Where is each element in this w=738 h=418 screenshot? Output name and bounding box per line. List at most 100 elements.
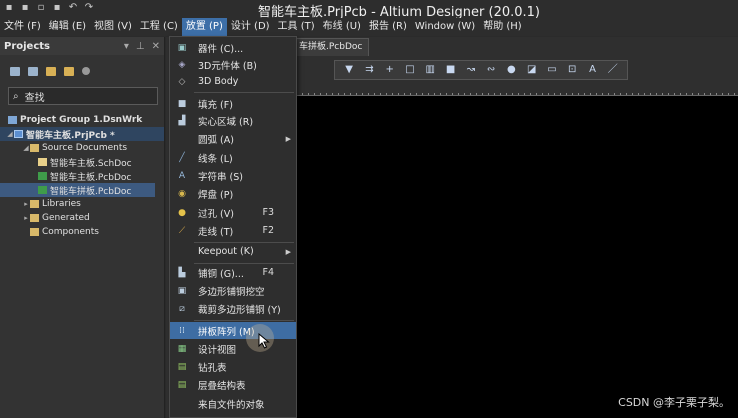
polygon-pour-icon: ▙ bbox=[178, 267, 186, 278]
menu-item-polygon-pour[interactable]: ▙ 铺铜 (G)... F4 bbox=[170, 264, 296, 281]
tree-item-project[interactable]: ◢ 智能车主板.PrjPcb * bbox=[0, 127, 164, 141]
menu-item-keepout[interactable]: Keepout (K) ▶ bbox=[170, 243, 296, 260]
menu-item-arc[interactable]: 圆弧 (A) ▶ bbox=[170, 130, 296, 147]
align-icon[interactable]: ▥ bbox=[424, 64, 437, 76]
menu-place[interactable]: 放置 (P) bbox=[181, 18, 227, 36]
menu-tools[interactable]: 工具 (T) bbox=[274, 18, 319, 36]
embedded-board-array-icon: ⁞⁞ bbox=[179, 325, 185, 336]
fill-icon: ■ bbox=[177, 98, 187, 109]
polygon-cutout-icon: ▣ bbox=[177, 285, 187, 296]
tree-item-libraries[interactable]: ▸ Libraries bbox=[0, 197, 164, 211]
menu-design[interactable]: 设计 (D) bbox=[227, 18, 274, 36]
3d-body-icon: ◈ bbox=[178, 59, 186, 70]
menu-item-component[interactable]: ▣ 器件 (C)... bbox=[170, 39, 296, 56]
menu-help[interactable]: 帮助 (H) bbox=[479, 18, 526, 36]
projects-panel-header: Projects ▾ ⊥ ✕ bbox=[0, 37, 164, 55]
menu-item-string[interactable]: A 字符串 (S) bbox=[170, 167, 296, 184]
select-icon[interactable]: + bbox=[383, 64, 396, 76]
menu-item-3d-body[interactable]: ◈ 3D元件体 (B) bbox=[170, 56, 296, 73]
drill-table-icon: ▤ bbox=[177, 361, 187, 372]
close-icon[interactable]: ✕ bbox=[152, 41, 160, 52]
expand-arrow-icon[interactable]: ▸ bbox=[22, 200, 30, 208]
save-icon[interactable] bbox=[10, 66, 20, 76]
panel-menu-icon[interactable]: ▾ bbox=[124, 41, 129, 52]
expand-arrow-icon[interactable]: ▸ bbox=[22, 214, 30, 222]
tree-item-schdoc[interactable]: 智能车主板.SchDoc bbox=[0, 155, 164, 169]
menu-file[interactable]: 文件 (F) bbox=[0, 18, 45, 36]
folder-icon bbox=[30, 200, 39, 208]
document-tab[interactable]: 车拼板.PcbDoc bbox=[292, 38, 370, 56]
line-icon[interactable]: ／ bbox=[606, 64, 619, 76]
keepout-icon[interactable]: ▭ bbox=[545, 64, 558, 76]
compile-icon[interactable] bbox=[28, 66, 38, 76]
tree-item-pcbdoc-panel[interactable]: 智能车拼板.PcbDoc bbox=[0, 183, 155, 197]
menu-reports[interactable]: 报告 (R) bbox=[365, 18, 411, 36]
menu-item-layer-stack-table[interactable]: ▤ 层叠结构表 bbox=[170, 376, 296, 393]
folder-icon bbox=[30, 144, 39, 152]
dimension-icon[interactable]: ⊡ bbox=[566, 64, 579, 76]
tree-item-label: 智能车主板.PcbDoc bbox=[50, 172, 132, 183]
search-placeholder: 查找 bbox=[24, 92, 45, 104]
rectangle-select-icon[interactable]: □ bbox=[403, 64, 416, 76]
tree-item-components[interactable]: Components bbox=[0, 225, 164, 239]
polygon-icon[interactable]: ◪ bbox=[525, 64, 538, 76]
menu-item-solid-region[interactable]: ▟ 实心区域 (R) bbox=[170, 112, 296, 129]
menu-separator bbox=[194, 320, 294, 321]
open-project-icon[interactable] bbox=[46, 66, 56, 76]
schematic-doc-icon bbox=[38, 158, 47, 166]
tree-item-label: Libraries bbox=[42, 199, 81, 209]
pin-icon[interactable]: ⊥ bbox=[136, 41, 145, 52]
submenu-arrow-icon: ▶ bbox=[285, 247, 291, 256]
via-icon: ● bbox=[178, 207, 186, 218]
interactive-route-icon[interactable]: ↝ bbox=[464, 64, 477, 76]
line-icon: ╱ bbox=[179, 152, 185, 163]
menu-item-embedded-board-array[interactable]: ⁞⁞ 拼板阵列 (M) bbox=[170, 322, 296, 339]
via-icon[interactable]: ● bbox=[505, 64, 518, 76]
tree-item-label: 智能车拼板.PcbDoc bbox=[50, 186, 132, 197]
workspace-icon bbox=[8, 116, 17, 124]
pcb-doc-icon bbox=[38, 186, 47, 194]
tree-item-label: 智能车主板.SchDoc bbox=[50, 158, 132, 169]
search-input[interactable]: ⌕ 查找 bbox=[8, 87, 158, 105]
project-icon bbox=[14, 130, 23, 138]
menu-item-object-from-file[interactable]: 来自文件的对象 bbox=[170, 395, 296, 412]
solid-region-icon: ▟ bbox=[178, 115, 186, 126]
menu-item-drill-table[interactable]: ▤ 钻孔表 bbox=[170, 358, 296, 375]
menu-route[interactable]: 布线 (U) bbox=[319, 18, 365, 36]
menu-item-3d-body-alt[interactable]: ◇ 3D Body bbox=[170, 73, 296, 90]
collapse-arrow-icon[interactable]: ◢ bbox=[22, 144, 30, 152]
search-icon: ⌕ bbox=[13, 90, 19, 102]
menu-item-via[interactable]: ● 过孔 (V) F3 bbox=[170, 204, 296, 221]
menu-project[interactable]: 工程 (C) bbox=[136, 18, 182, 36]
component-icon[interactable]: ■ bbox=[444, 64, 457, 76]
tree-item-generated[interactable]: ▸ Generated bbox=[0, 211, 164, 225]
place-menu: ▣ 器件 (C)... ◈ 3D元件体 (B) ◇ 3D Body ■ 填充 (… bbox=[169, 36, 297, 418]
project-tree: Project Group 1.DsnWrk ◢ 智能车主板.PrjPcb * … bbox=[0, 113, 164, 239]
tree-item-label: 智能车主板.PrjPcb * bbox=[26, 130, 115, 141]
route-icon[interactable]: ⇉ bbox=[363, 64, 376, 76]
tree-item-source-documents[interactable]: ◢ Source Documents bbox=[0, 141, 164, 155]
menu-window[interactable]: Window (W) bbox=[411, 18, 479, 36]
menu-item-polygon-cutout[interactable]: ▣ 多边形铺铜挖空 bbox=[170, 282, 296, 299]
gear-icon[interactable] bbox=[82, 67, 90, 75]
menu-view[interactable]: 视图 (V) bbox=[90, 18, 136, 36]
menu-item-slice-polygon[interactable]: ⧄ 裁剪多边形铺铜 (Y) bbox=[170, 300, 296, 317]
menu-item-pad[interactable]: ◉ 焊盘 (P) bbox=[170, 185, 296, 202]
collapse-arrow-icon[interactable]: ◢ bbox=[6, 130, 14, 138]
diff-pair-icon[interactable]: ∾ bbox=[485, 64, 498, 76]
menu-item-design-view[interactable]: ▦ 设计视图 bbox=[170, 340, 296, 357]
menu-item-fill[interactable]: ■ 填充 (F) bbox=[170, 95, 296, 112]
menu-edit[interactable]: 编辑 (E) bbox=[45, 18, 90, 36]
pcb-canvas[interactable] bbox=[296, 95, 738, 418]
menu-item-line[interactable]: ╱ 线条 (L) bbox=[170, 149, 296, 166]
submenu-arrow-icon: ▶ bbox=[285, 134, 291, 143]
tree-item-pcbdoc-main[interactable]: 智能车主板.PcbDoc bbox=[0, 169, 164, 183]
filter-icon[interactable]: ▼ bbox=[343, 64, 356, 76]
tree-item-label: Source Documents bbox=[42, 143, 128, 153]
string-icon[interactable]: A bbox=[586, 64, 599, 76]
add-folder-icon[interactable] bbox=[64, 66, 74, 76]
menu-bar: 文件 (F) 编辑 (E) 视图 (V) 工程 (C) 放置 (P) 设计 (D… bbox=[0, 18, 738, 36]
tree-item-workspace[interactable]: Project Group 1.DsnWrk bbox=[0, 113, 164, 127]
tree-item-label: Project Group 1.DsnWrk bbox=[20, 115, 143, 125]
menu-item-track[interactable]: ⟋ 走线 (T) F2 bbox=[170, 222, 296, 239]
